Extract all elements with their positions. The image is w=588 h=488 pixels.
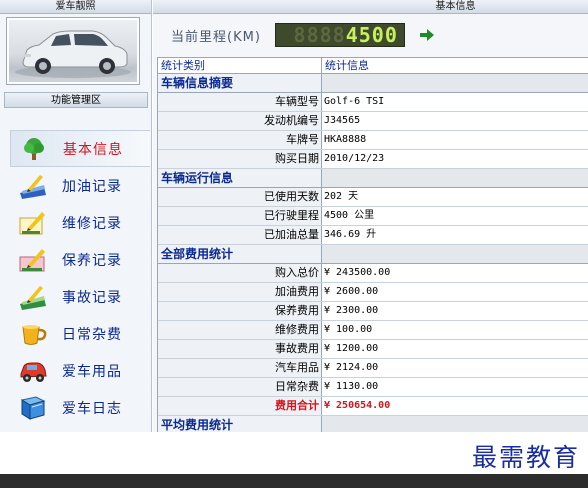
table-row[interactable]: 购入总价 ¥ 243500.00 <box>158 264 588 283</box>
row-label: 购买日期 <box>158 150 322 168</box>
row-value: J34565 <box>322 112 588 130</box>
menu-panel-title: 功能管理区 <box>4 92 148 108</box>
row-value: 202 天 <box>322 188 588 206</box>
watermark-text: 最需教育 <box>471 443 580 472</box>
menu-item-label: 基本信息 <box>63 141 123 158</box>
pencil-note-icon <box>16 246 50 274</box>
row-label: 维修费用 <box>158 321 322 339</box>
table-row[interactable]: 已行驶里程 4500 公里 <box>158 207 588 226</box>
row-label: 已使用天数 <box>158 188 322 206</box>
toy-car-icon <box>16 357 50 385</box>
row-value: ¥ 1130.00 <box>322 378 588 396</box>
section-title: 车辆运行信息 <box>158 169 322 187</box>
row-value: ¥ 1200.00 <box>322 340 588 358</box>
table-row[interactable]: 购买日期 2010/12/23 <box>158 150 588 169</box>
row-label: 车辆型号 <box>158 93 322 111</box>
table-row[interactable]: 保养费用 ¥ 2300.00 <box>158 302 588 321</box>
menu-item-label: 爱车用品 <box>62 363 122 380</box>
table-row[interactable]: 已使用天数 202 天 <box>158 188 588 207</box>
menu-item-label: 维修记录 <box>62 215 122 232</box>
odometer-display: 8888 4500 <box>274 23 405 47</box>
row-value: ¥ 2300.00 <box>322 302 588 320</box>
section-header[interactable]: 车辆运行信息 <box>158 169 588 188</box>
table-row[interactable]: 日常杂费 ¥ 1130.00 <box>158 378 588 397</box>
arrow-right-icon[interactable] <box>419 27 435 43</box>
row-value: ¥ 2600.00 <box>322 283 588 301</box>
row-value: ¥ 243500.00 <box>322 264 588 282</box>
row-value: 2010/12/23 <box>322 150 588 168</box>
row-label: 事故费用 <box>158 340 322 358</box>
menu-item-repair-records[interactable]: 维修记录 <box>10 204 150 241</box>
table-row[interactable]: 车辆型号 Golf-6 TSI <box>158 93 588 112</box>
cup-icon <box>16 320 50 348</box>
menu-item-label: 爱车日志 <box>62 400 122 417</box>
row-label: 费用合计 <box>158 397 322 415</box>
pen-note-icon <box>16 283 50 311</box>
photo-panel-title: 爱车靓照 <box>0 0 151 14</box>
menu-item-label: 事故记录 <box>62 289 122 306</box>
odometer-value: 4500 <box>345 23 398 47</box>
grid-header: 统计类别 统计信息 <box>158 57 588 74</box>
main-panel: 基本信息 当前里程(KM) 8888 4500 统计类别 统计信息 车辆信息摘要… <box>153 0 588 435</box>
car-image <box>15 30 131 78</box>
table-row[interactable]: 车牌号 HKA8888 <box>158 131 588 150</box>
info-grid: 统计类别 统计信息 车辆信息摘要 车辆型号 Golf-6 TSI 发动机编号 J34… <box>157 57 588 435</box>
menu-item-label: 保养记录 <box>62 252 122 269</box>
page-title: 基本信息 <box>153 0 588 14</box>
section-header[interactable]: 全部费用统计 <box>158 245 588 264</box>
row-value: Golf-6 TSI <box>322 93 588 111</box>
row-value: 4500 公里 <box>322 207 588 225</box>
row-value: HKA8888 <box>322 131 588 149</box>
menu-item-label: 日常杂费 <box>62 326 122 343</box>
row-label: 车牌号 <box>158 131 322 149</box>
total-row[interactable]: 费用合计 ¥ 250654.00 <box>158 397 588 416</box>
row-value: ¥ 250654.00 <box>322 397 588 415</box>
row-label: 已加油总量 <box>158 226 322 244</box>
tree-icon <box>17 135 51 163</box>
row-label: 发动机编号 <box>158 112 322 130</box>
book-icon <box>16 394 50 422</box>
row-value: ¥ 2124.00 <box>322 359 588 377</box>
odometer-ghost-digits: 8888 <box>293 23 346 47</box>
sidebar: 爱车靓照 功能管理区 基本信息 加油记录 维修记录 保养记录 事故记录 日常杂费… <box>0 0 152 432</box>
section-title: 车辆信息摘要 <box>158 74 322 92</box>
row-label: 汽车用品 <box>158 359 322 377</box>
menu-item-label: 加油记录 <box>62 178 122 195</box>
car-photo-frame <box>6 17 140 85</box>
car-photo <box>9 20 137 82</box>
row-label: 日常杂费 <box>158 378 322 396</box>
table-row[interactable]: 汽车用品 ¥ 2124.00 <box>158 359 588 378</box>
row-label: 购入总价 <box>158 264 322 282</box>
column-header-category: 统计类别 <box>158 58 322 73</box>
menu-item-accident-records[interactable]: 事故记录 <box>10 278 150 315</box>
row-label: 已行驶里程 <box>158 207 322 225</box>
function-menu: 基本信息 加油记录 维修记录 保养记录 事故记录 日常杂费 爱车用品 爱车日志 <box>10 130 150 426</box>
row-value: ¥ 100.00 <box>322 321 588 339</box>
table-row[interactable]: 加油费用 ¥ 2600.00 <box>158 283 588 302</box>
row-value: 346.69 升 <box>322 226 588 244</box>
odometer-row: 当前里程(KM) 8888 4500 <box>153 16 588 54</box>
section-header[interactable]: 车辆信息摘要 <box>158 74 588 93</box>
section-title: 全部费用统计 <box>158 245 322 263</box>
menu-item-car-diary[interactable]: 爱车日志 <box>10 389 150 426</box>
row-label: 保养费用 <box>158 302 322 320</box>
menu-item-basic-info[interactable]: 基本信息 <box>10 130 150 167</box>
table-row[interactable]: 维修费用 ¥ 100.00 <box>158 321 588 340</box>
bottom-bar <box>0 474 588 488</box>
odometer-label: 当前里程(KM) <box>171 29 261 45</box>
menu-item-maintenance-records[interactable]: 保养记录 <box>10 241 150 278</box>
menu-item-daily-expenses[interactable]: 日常杂费 <box>10 315 150 352</box>
pen-note-icon <box>16 172 50 200</box>
pencil-note-icon <box>16 209 50 237</box>
row-label: 加油费用 <box>158 283 322 301</box>
column-header-info: 统计信息 <box>325 59 369 72</box>
table-row[interactable]: 事故费用 ¥ 1200.00 <box>158 340 588 359</box>
table-row[interactable]: 已加油总量 346.69 升 <box>158 226 588 245</box>
menu-item-fuel-records[interactable]: 加油记录 <box>10 167 150 204</box>
menu-item-car-supplies[interactable]: 爱车用品 <box>10 352 150 389</box>
table-row[interactable]: 发动机编号 J34565 <box>158 112 588 131</box>
